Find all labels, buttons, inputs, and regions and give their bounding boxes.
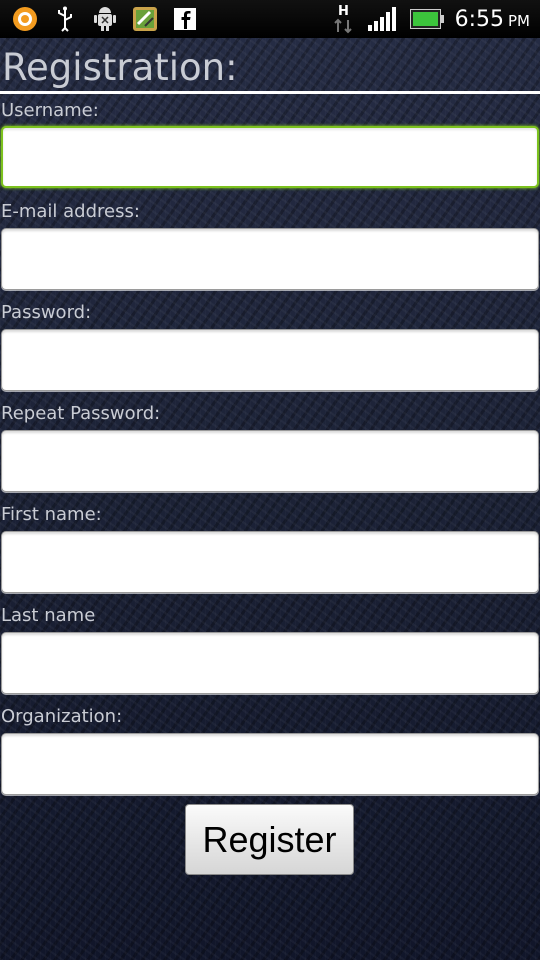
organization-field[interactable] [1, 733, 539, 795]
clock: 6:55 PM [454, 6, 530, 32]
last-name-field[interactable] [1, 632, 539, 694]
data-transfer-icon: H [331, 4, 357, 34]
email-label: E-mail address: [1, 201, 140, 222]
repeat-password-field[interactable] [1, 430, 539, 492]
email-field[interactable] [1, 228, 539, 290]
last-name-label: Last name [1, 605, 96, 626]
password-field[interactable] [1, 329, 539, 391]
app-circle-icon [12, 6, 38, 32]
username-label: Username: [1, 100, 99, 121]
android-debug-icon [92, 6, 118, 32]
first-name-label: First name: [1, 504, 102, 525]
status-bar: H 6:55 PM [0, 0, 540, 38]
svg-text:H: H [338, 4, 349, 19]
usb-icon [52, 6, 78, 32]
signal-strength-icon [367, 6, 399, 32]
organization-label: Organization: [1, 706, 123, 727]
password-label: Password: [1, 302, 92, 323]
page-title: Registration: [2, 46, 238, 89]
battery-icon [409, 6, 445, 32]
repeat-password-label: Repeat Password: [1, 403, 161, 424]
title-divider [0, 91, 540, 94]
download-app-icon [132, 6, 158, 32]
facebook-icon [172, 6, 198, 32]
first-name-field[interactable] [1, 531, 539, 593]
register-button[interactable]: Register [185, 804, 354, 875]
username-field[interactable] [1, 126, 539, 188]
